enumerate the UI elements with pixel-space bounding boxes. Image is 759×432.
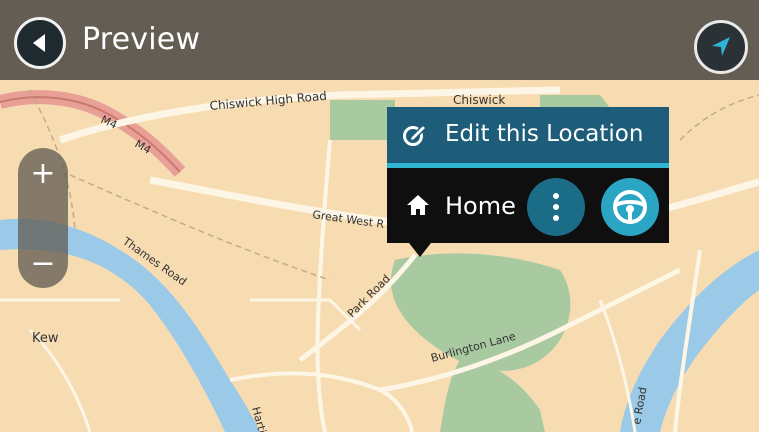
top-bar: Preview [0, 0, 759, 80]
edit-location-icon [403, 123, 428, 146]
edit-location-button[interactable]: Edit this Location [387, 107, 669, 163]
more-vertical-icon [553, 193, 559, 221]
zoom-control: + − [18, 148, 68, 288]
label-chiswick: Chiswick [453, 93, 505, 107]
home-label: Home [445, 192, 516, 220]
popup-pointer [409, 243, 431, 257]
home-icon [407, 195, 429, 215]
preview-screen: Chiswick High Road Chiswick M4 M4 Great … [0, 0, 759, 432]
drive-button[interactable] [601, 178, 659, 236]
edit-location-label: Edit this Location [445, 121, 644, 147]
zoom-in-button[interactable]: + [18, 148, 68, 198]
navigation-button[interactable] [694, 20, 748, 74]
back-arrow-icon [33, 34, 45, 52]
more-options-button[interactable] [527, 178, 585, 236]
park-top [330, 100, 395, 140]
steering-wheel-icon [613, 190, 647, 224]
back-button[interactable] [14, 17, 66, 69]
home-row: Home [387, 168, 669, 243]
navigation-arrow-icon [712, 37, 730, 56]
page-title: Preview [82, 22, 201, 57]
zoom-out-button[interactable]: − [18, 238, 68, 288]
location-popup: Edit this Location Home [387, 107, 669, 243]
label-kew: Kew [32, 331, 59, 346]
